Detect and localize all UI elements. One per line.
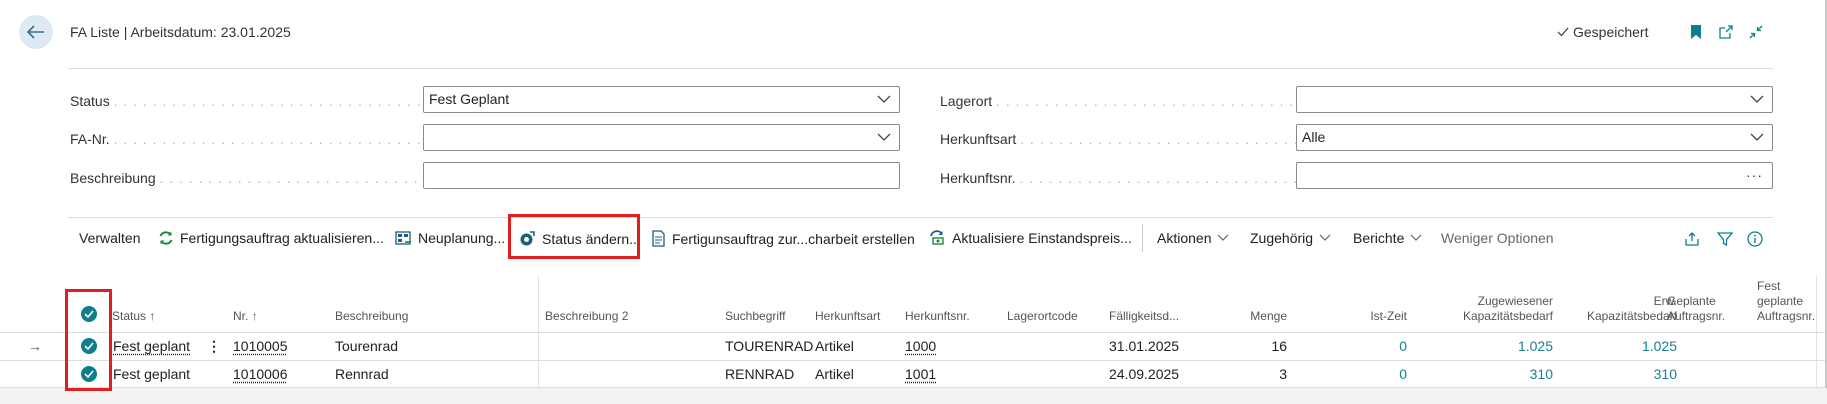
column-header-fest-geplante-auftragsnr[interactable]: Fest geplante Auftragsnr.	[1757, 279, 1815, 324]
row-istzeit[interactable]: 0	[1310, 364, 1407, 384]
chevron-down-icon	[1319, 234, 1331, 241]
row-nr-link[interactable]: 1010005	[233, 336, 288, 356]
column-header-istzeit[interactable]: Ist-Zeit	[1310, 309, 1407, 324]
aktualisiere-einstandspreis-button[interactable]: Aktualisiere Einstandspreis...	[928, 230, 1132, 246]
row-suchbegriff: TOURENRAD	[725, 338, 814, 354]
header-divider	[68, 68, 1773, 69]
status-field-label: Status . . . . . . . . . . . . . . . . .…	[70, 93, 430, 109]
row-beschreibung: Rennrad	[335, 366, 389, 382]
fa-list-page: FA Liste | Arbeitsdatum: 23.01.2025 Gesp…	[0, 0, 1827, 391]
open-new-window-icon[interactable]	[1716, 22, 1736, 42]
row-menge: 16	[1271, 338, 1287, 354]
back-button[interactable]	[19, 15, 53, 49]
current-row-arrow-icon: →	[28, 338, 42, 354]
herkunftsnr-field-label: Herkunftsnr. . . . . . . . . . . . . . .…	[940, 170, 1300, 186]
filter-divider	[68, 217, 1773, 218]
fa-nr-select[interactable]	[423, 124, 900, 151]
row-herkunftsart: Artikel	[815, 366, 854, 382]
checkmark-icon	[1557, 27, 1569, 37]
row-more-options-icon[interactable]: ⋮	[207, 336, 221, 356]
collapse-icon[interactable]	[1746, 22, 1766, 42]
column-header-erw-kapazitaet[interactable]: Erw. Kapazitätsbedarf	[1560, 294, 1677, 324]
column-header-faelligkeit[interactable]: Fälligkeitsd...	[1109, 309, 1179, 324]
row-erw-kapazitaet[interactable]: 1.025	[1560, 336, 1677, 356]
verwalten-menu[interactable]: Verwalten	[79, 230, 140, 246]
row-zugewiesen[interactable]: 1.025	[1420, 336, 1553, 356]
chevron-down-icon	[1218, 234, 1229, 241]
document-icon	[651, 230, 666, 247]
action-separator	[1142, 224, 1143, 252]
column-header-herkunftsnr[interactable]: Herkunftsnr.	[905, 309, 970, 324]
status-aendern-highlight	[508, 214, 640, 259]
column-header-beschreibung[interactable]: Beschreibung	[335, 309, 408, 324]
row-herkunftsnr-link[interactable]: 1001	[905, 364, 936, 384]
berichte-menu[interactable]: Berichte	[1353, 230, 1422, 246]
price-update-icon	[928, 230, 946, 246]
aktionen-menu[interactable]: Aktionen	[1157, 230, 1229, 246]
row-herkunftsnr-link[interactable]: 1000	[905, 336, 936, 356]
chevron-down-icon	[877, 133, 891, 141]
page-title: FA Liste | Arbeitsdatum: 23.01.2025	[70, 24, 291, 40]
column-header-suchbegriff[interactable]: Suchbegriff	[725, 309, 786, 324]
row-zugewiesen[interactable]: 310	[1420, 364, 1553, 384]
arrow-left-icon	[27, 25, 44, 39]
row-faelligkeit: 31.01.2025	[1109, 338, 1180, 354]
herkunftsnr-input[interactable]: ···	[1296, 162, 1773, 189]
chevron-down-icon	[1750, 95, 1764, 103]
planning-grid-icon	[395, 230, 412, 246]
weniger-optionen-button[interactable]: Weniger Optionen	[1441, 230, 1554, 246]
row-menge: 3	[1279, 366, 1287, 382]
row-nr-link[interactable]: 1010006	[233, 364, 288, 384]
neuplanung-button[interactable]: Neuplanung...	[395, 230, 505, 246]
row-istzeit[interactable]: 0	[1310, 336, 1407, 356]
table-row-divider	[0, 360, 1825, 361]
column-header-menge[interactable]: Menge	[1200, 309, 1287, 324]
saved-label: Gespeichert	[1573, 24, 1649, 40]
table-header-divider	[0, 332, 1825, 333]
table-row-divider	[0, 387, 1825, 388]
lagerort-select[interactable]	[1296, 86, 1773, 113]
saved-status: Gespeichert	[1557, 24, 1648, 40]
beschreibung-field-label: Beschreibung . . . . . . . . . . . . . .…	[70, 170, 430, 186]
herkunftsart-select[interactable]: Alle	[1296, 124, 1773, 151]
row-status-link[interactable]: Fest geplant	[113, 336, 190, 356]
column-header-zugewiesen[interactable]: Zugewiesener Kapazitätsbedarf	[1420, 294, 1553, 324]
row-faelligkeit: 24.09.2025	[1109, 366, 1180, 382]
column-header-geplante-auftragsnr[interactable]: Geplante Auftragsnr.	[1667, 294, 1725, 324]
zugehoerig-menu[interactable]: Zugehörig	[1250, 230, 1331, 246]
status-select[interactable]: Fest Geplant	[423, 86, 900, 113]
fa-nr-field-label: FA-Nr. . . . . . . . . . . . . . . . . .…	[70, 131, 430, 147]
row-status[interactable]: Fest geplant	[113, 364, 190, 384]
row-suchbegriff: RENNRAD	[725, 366, 795, 382]
fertigungsauftrag-zur-arbeit-erstellen-button[interactable]: Fertigunsauftrag zur...charbeit erstelle…	[651, 230, 915, 247]
filter-icon[interactable]	[1715, 229, 1735, 249]
info-icon[interactable]	[1745, 229, 1765, 249]
column-header-herkunftsart[interactable]: Herkunftsart	[815, 309, 880, 324]
column-header-status[interactable]: Status ↑	[112, 309, 155, 324]
lookup-ellipsis-icon[interactable]: ···	[1746, 163, 1763, 188]
bookmark-icon[interactable]	[1686, 22, 1706, 42]
share-icon[interactable]	[1682, 229, 1702, 249]
chevron-down-icon	[877, 95, 891, 103]
fertigungsauftrag-aktualisieren-button[interactable]: Fertigungsauftrag aktualisieren...	[158, 230, 384, 246]
row-erw-kapazitaet[interactable]: 310	[1560, 364, 1677, 384]
chevron-down-icon	[1410, 234, 1422, 241]
column-header-nr[interactable]: Nr. ↑	[233, 309, 258, 324]
refresh-icon	[158, 230, 174, 246]
row-herkunftsart: Artikel	[815, 338, 854, 354]
column-header-beschreibung2[interactable]: Beschreibung 2	[545, 309, 628, 324]
chevron-down-icon	[1750, 133, 1764, 141]
beschreibung-input[interactable]	[423, 162, 900, 189]
lagerort-field-label: Lagerort . . . . . . . . . . . . . . . .…	[940, 93, 1300, 109]
row-beschreibung: Tourenrad	[335, 338, 399, 354]
checkbox-column-highlight	[65, 289, 112, 391]
column-header-lagerortcode[interactable]: Lagerortcode	[1007, 309, 1078, 324]
herkunftsart-field-label: Herkunftsart . . . . . . . . . . . . . .…	[940, 131, 1300, 147]
